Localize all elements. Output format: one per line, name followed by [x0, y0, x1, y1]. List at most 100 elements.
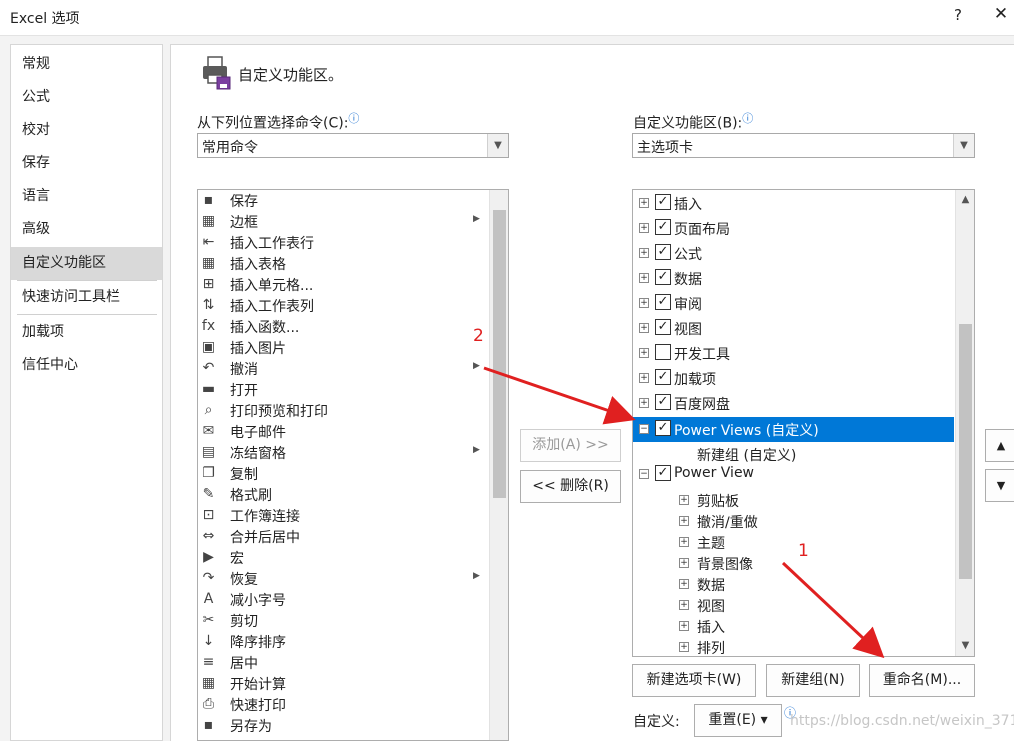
tree-checkbox[interactable]: ✓ [655, 244, 671, 260]
scrollbar-thumb[interactable] [493, 210, 506, 498]
command-item[interactable]: ⊡ 工作簿连接 [198, 505, 488, 526]
tree-item[interactable]: + ✓ 插入 [633, 191, 954, 216]
expand-icon[interactable]: + [679, 579, 689, 589]
tree-scrollbar[interactable]: ▲ ▼ [955, 190, 974, 656]
move-down-button[interactable]: ▼ [985, 469, 1014, 502]
tree-item[interactable]: + ✓ 数据 [633, 266, 954, 291]
expand-icon[interactable]: + [639, 273, 649, 283]
tree-checkbox[interactable]: ✓ [655, 420, 671, 436]
info-icon[interactable]: ⓘ [348, 112, 359, 125]
expand-icon[interactable]: + [679, 537, 689, 547]
tree-item[interactable]: + ✓ 审阅 [633, 291, 954, 316]
nav-item[interactable]: 公式 [11, 81, 162, 114]
expand-icon[interactable]: + [639, 198, 649, 208]
ribbon-target-select[interactable]: 主选项卡 ▼ [632, 133, 975, 158]
nav-item[interactable]: 校对 [11, 114, 162, 147]
tree-checkbox[interactable]: ✓ [655, 294, 671, 310]
move-up-button[interactable]: ▲ [985, 429, 1014, 462]
command-item[interactable]: ⇔ 合并后居中 [198, 526, 488, 547]
ribbon-tree[interactable]: + ✓ 插入 + ✓ 页面布局 + ✓ 公式 + ✓ 数据 + ✓ 审阅 + ✓ 视图 + 开发工具 + ✓ 加载项 + ✓ 百度… [632, 189, 975, 657]
tree-checkbox[interactable]: ✓ [655, 319, 671, 335]
tree-checkbox[interactable]: ✓ [655, 369, 671, 385]
command-item[interactable]: ✉ 电子邮件 [198, 421, 488, 442]
expand-icon[interactable]: + [639, 323, 649, 333]
expand-icon[interactable]: + [639, 248, 649, 258]
scroll-down-icon[interactable]: ▼ [959, 639, 972, 653]
tree-item[interactable]: + ✓ 视图 [633, 316, 954, 341]
tree-item[interactable]: − ✓ Power Views (自定义) [633, 417, 954, 442]
tree-item[interactable]: + 排列 [633, 635, 954, 656]
expand-icon[interactable]: + [679, 621, 689, 631]
command-item[interactable]: ▦ 插入表格 [198, 253, 488, 274]
command-item[interactable]: ▣ 插入图片 [198, 337, 488, 358]
tree-item[interactable]: + ✓ 公式 [633, 241, 954, 266]
reset-button[interactable]: 重置(E) ▾ [694, 704, 782, 737]
nav-item[interactable]: 自定义功能区 [11, 247, 162, 280]
tree-checkbox[interactable]: ✓ [655, 269, 671, 285]
command-item[interactable]: ⌕ 打印预览和打印 [198, 400, 488, 421]
command-item[interactable]: ✂ 剪切 [198, 610, 488, 631]
command-item[interactable]: ↓ 降序排序 [198, 631, 488, 652]
nav-item[interactable]: 语言 [11, 180, 162, 213]
add-button[interactable]: 添加(A) >> [520, 429, 621, 462]
commands-scrollbar[interactable] [489, 190, 508, 740]
new-tab-button[interactable]: 新建选项卡(W) [632, 664, 756, 697]
chevron-down-icon[interactable]: ▼ [487, 134, 508, 157]
command-item[interactable]: ▤ 冻结窗格 ▶ [198, 442, 488, 463]
rename-button[interactable]: 重命名(M)... [869, 664, 975, 697]
command-item[interactable]: fx 插入函数... [198, 316, 488, 337]
help-button[interactable]: ? [946, 6, 970, 28]
collapse-icon[interactable]: − [639, 469, 649, 479]
remove-button[interactable]: << 删除(R) [520, 470, 621, 503]
nav-item[interactable]: 常规 [11, 48, 162, 81]
nav-item[interactable]: 加载项 [11, 316, 162, 349]
command-item[interactable]: ⇤ 插入工作表行 [198, 232, 488, 253]
tree-checkbox[interactable] [655, 344, 671, 360]
command-item[interactable]: ▦ 边框 ▶ [198, 211, 488, 232]
command-item[interactable]: ⎙ 快速打印 [198, 694, 488, 715]
expand-icon[interactable]: + [639, 223, 649, 233]
expand-icon[interactable]: + [639, 398, 649, 408]
command-item[interactable]: ▦ 开始计算 [198, 673, 488, 694]
command-item[interactable]: ≡ 居中 [198, 652, 488, 673]
command-item[interactable]: ↷ 恢复 ▶ [198, 568, 488, 589]
expand-icon[interactable]: + [679, 642, 689, 652]
command-item[interactable]: ↶ 撤消 ▶ [198, 358, 488, 379]
info-icon[interactable]: ⓘ [742, 112, 753, 125]
expand-icon[interactable]: + [679, 558, 689, 568]
nav-item[interactable]: 信任中心 [11, 349, 162, 382]
expand-icon[interactable]: + [679, 600, 689, 610]
tree-item[interactable]: + ✓ 加载项 [633, 366, 954, 391]
close-button[interactable]: ✕ [990, 4, 1012, 28]
expand-icon[interactable]: + [639, 348, 649, 358]
commands-source-select[interactable]: 常用命令 ▼ [197, 133, 509, 158]
tree-item[interactable]: + ✓ 百度网盘 [633, 391, 954, 416]
tree-checkbox[interactable]: ✓ [655, 194, 671, 210]
tree-checkbox[interactable]: ✓ [655, 465, 671, 481]
command-item[interactable]: ❐ 复制 [198, 463, 488, 484]
expand-icon[interactable]: + [639, 373, 649, 383]
command-item[interactable]: ▬ 打开 [198, 379, 488, 400]
scroll-up-icon[interactable]: ▲ [959, 193, 972, 207]
command-item[interactable]: ▶ 宏 [198, 547, 488, 568]
scrollbar-thumb[interactable] [959, 324, 972, 579]
command-item[interactable]: ▪ 另存为 [198, 715, 488, 736]
nav-item[interactable]: 快速访问工具栏 [11, 281, 162, 314]
expand-icon[interactable]: + [679, 495, 689, 505]
expand-icon[interactable]: + [639, 298, 649, 308]
tree-item[interactable]: − ✓ Power View [633, 462, 954, 487]
collapse-icon[interactable]: − [639, 424, 649, 434]
command-item[interactable]: ⊞ 插入单元格... [198, 274, 488, 295]
command-item[interactable]: ✎ 格式刷 [198, 484, 488, 505]
tree-checkbox[interactable]: ✓ [655, 219, 671, 235]
new-group-button[interactable]: 新建组(N) [766, 664, 860, 697]
command-item[interactable]: A 减小字号 [198, 589, 488, 610]
tree-checkbox[interactable]: ✓ [655, 394, 671, 410]
nav-item[interactable]: 高级 [11, 213, 162, 246]
tree-item[interactable]: + ✓ 页面布局 [633, 216, 954, 241]
command-item[interactable]: ▪ 保存 [198, 190, 488, 211]
command-item[interactable]: ⇅ 插入工作表列 [198, 295, 488, 316]
nav-item[interactable]: 保存 [11, 147, 162, 180]
chevron-down-icon[interactable]: ▼ [953, 134, 974, 157]
commands-list[interactable]: ▪ 保存 ▦ 边框 ▶ ⇤ 插入工作表行 ▦ 插入表格 ⊞ 插入单元格... ⇅ 插入工作表列 fx 插入函… [197, 189, 509, 741]
